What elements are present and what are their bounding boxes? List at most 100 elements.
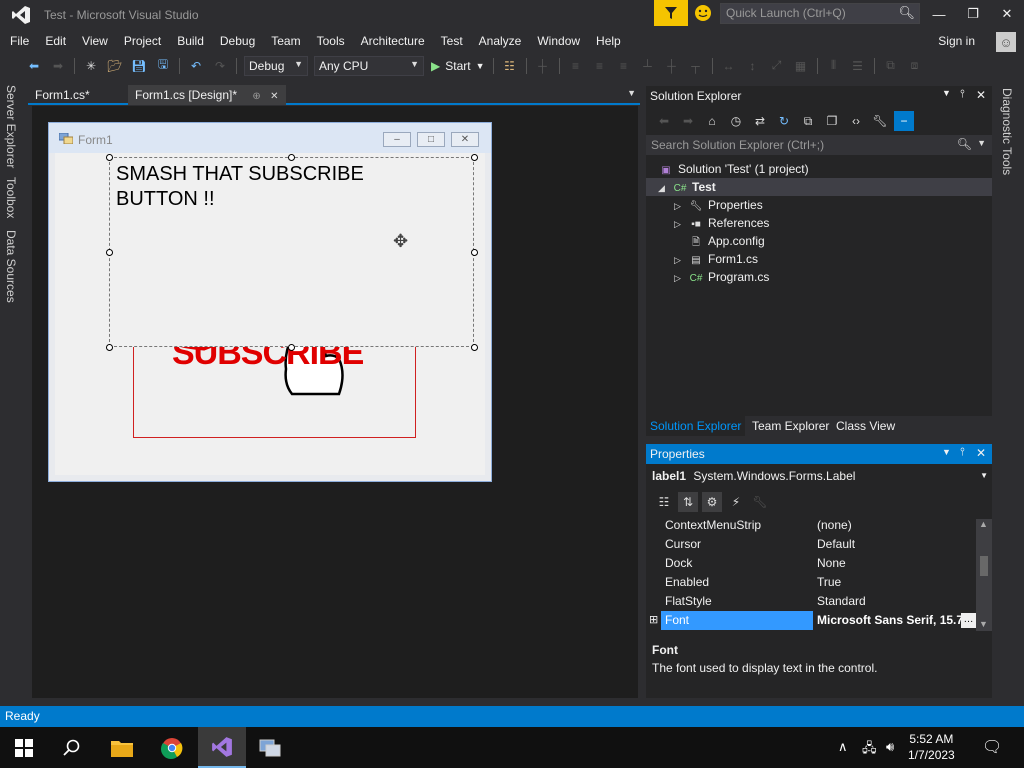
tree-item-solution[interactable]: ▣ Solution 'Test' (1 project) <box>658 160 808 178</box>
data-sources-tab[interactable]: Data Sources <box>4 230 18 303</box>
new-project-icon[interactable]: ✳ <box>81 56 101 76</box>
property-value[interactable]: Default <box>817 535 972 554</box>
properties-wrench-icon[interactable]: 🔧︎ <box>870 111 890 131</box>
panel-dropdown-icon[interactable]: ▼ <box>942 88 951 98</box>
menu-project[interactable]: Project <box>116 30 169 52</box>
align-centers-icon[interactable]: ≡ <box>590 56 610 76</box>
redo-icon[interactable]: ↷ <box>210 56 230 76</box>
property-row[interactable]: ContextMenuStrip (none) <box>646 516 976 535</box>
home-icon[interactable]: ⌂ <box>702 111 722 131</box>
pin-icon[interactable]: ⊕ <box>252 91 260 102</box>
save-all-icon[interactable]: 🖫︎ <box>153 56 173 76</box>
property-row[interactable]: Dock None <box>646 554 976 573</box>
resize-handle[interactable] <box>471 249 478 256</box>
align-lefts-icon[interactable]: ≡ <box>566 56 586 76</box>
solution-search-input[interactable]: Search Solution Explorer (Ctrl+;) 🔍︎ ▼ <box>646 135 992 155</box>
action-center-notification-icon[interactable]: 🗨︎ <box>982 737 1002 757</box>
tab-team-explorer[interactable]: Team Explorer <box>748 416 833 436</box>
save-icon[interactable]: 💾︎ <box>129 56 149 76</box>
menu-debug[interactable]: Debug <box>212 30 263 52</box>
taskbar-clock[interactable]: 5:52 AM 1/7/2023 <box>908 731 955 763</box>
menu-architecture[interactable]: Architecture <box>353 30 433 52</box>
chrome-taskbar-button[interactable] <box>148 727 196 768</box>
properties-scrollbar[interactable]: ▲ ▼ <box>976 519 992 631</box>
network-icon[interactable]: 🖧︎ <box>862 739 877 761</box>
collapsed-triangle-icon[interactable]: ▷ <box>674 269 688 287</box>
form-minimize-button[interactable]: – <box>383 132 411 147</box>
resize-handle[interactable] <box>471 154 478 161</box>
resize-handle[interactable] <box>288 154 295 161</box>
file-explorer-taskbar-button[interactable] <box>98 727 146 768</box>
close-tab-icon[interactable]: ✕ <box>270 91 278 102</box>
collapsed-triangle-icon[interactable]: ▷ <box>674 197 688 215</box>
align-rights-icon[interactable]: ≡ <box>614 56 634 76</box>
horizontal-spacing-icon[interactable]: ⫴ <box>824 56 844 76</box>
panel-dropdown-icon[interactable]: ▼ <box>942 447 951 457</box>
tree-item-properties[interactable]: ▷ 🔧︎ Properties <box>674 196 763 214</box>
search-button[interactable] <box>48 727 96 768</box>
tree-item-form1-cs[interactable]: ▷ ▤ Form1.cs <box>674 250 758 268</box>
undo-icon[interactable]: ↶ <box>186 56 206 76</box>
property-row-font-selected[interactable]: ⊞ Font Microsoft Sans Serif, 15.75pt … <box>646 611 976 630</box>
tree-item-program-cs[interactable]: ▷ C# Program.cs <box>674 268 769 286</box>
property-pages-icon[interactable]: 🔧︎ <box>750 492 770 512</box>
align-to-grid-icon[interactable]: ┼ <box>533 56 553 76</box>
resize-handle[interactable] <box>471 344 478 351</box>
property-row[interactable]: Enabled True <box>646 573 976 592</box>
tree-item-references[interactable]: ▷ ▪■ References <box>674 214 769 232</box>
send-feedback-smiley-icon[interactable] <box>694 4 712 22</box>
minimize-button[interactable]: — <box>922 0 956 28</box>
menu-window[interactable]: Window <box>529 30 588 52</box>
property-value[interactable]: Standard <box>817 592 972 611</box>
tab-dropdown-icon[interactable]: ▼ <box>627 88 636 98</box>
make-same-width-icon[interactable]: ↔ <box>719 56 739 76</box>
pending-changes-filter-icon[interactable]: ◷ <box>726 111 746 131</box>
tab-class-view[interactable]: Class View <box>832 416 899 436</box>
properties-icon[interactable]: ⚙ <box>702 492 722 512</box>
bring-to-front-icon[interactable]: ⧉ <box>881 56 901 76</box>
collapsed-triangle-icon[interactable]: ▷ <box>674 215 688 233</box>
events-lightning-icon[interactable]: ⚡ <box>726 492 746 512</box>
alphabetical-icon[interactable]: ⇅ <box>678 492 698 512</box>
volume-icon[interactable]: 🔊︎ <box>886 739 894 755</box>
form-close-button[interactable]: ✕ <box>451 132 479 147</box>
object-selector-dropdown[interactable]: label1 System.Windows.Forms.Label ▼ <box>646 466 992 486</box>
size-to-grid-icon[interactable]: ▦ <box>791 56 811 76</box>
start-debugging-button[interactable]: ▶ Start ▼ <box>431 59 485 73</box>
back-icon[interactable]: ⬅ <box>654 111 674 131</box>
preview-selected-icon[interactable]: − <box>894 111 914 131</box>
align-bottoms-icon[interactable]: ┬ <box>686 56 706 76</box>
close-button[interactable]: ✕ <box>990 0 1024 28</box>
property-row[interactable]: FlatStyle Standard <box>646 592 976 611</box>
show-hidden-icons-chevron-icon[interactable]: ∧ <box>838 739 848 755</box>
solution-configuration-dropdown[interactable]: Debug ▼ <box>244 55 308 76</box>
sync-icon[interactable]: ⇄ <box>750 111 770 131</box>
menu-test[interactable]: Test <box>433 30 471 52</box>
ellipsis-button[interactable]: … <box>961 613 976 628</box>
menu-team[interactable]: Team <box>263 30 308 52</box>
show-all-files-icon[interactable]: ❐ <box>822 111 842 131</box>
menu-analyze[interactable]: Analyze <box>471 30 530 52</box>
menu-build[interactable]: Build <box>169 30 212 52</box>
browser-link-icon[interactable]: ☷ <box>500 56 520 76</box>
navigate-back-icon[interactable]: ⬅ <box>24 56 44 76</box>
scroll-up-icon[interactable]: ▲ <box>979 519 988 529</box>
collapse-all-icon[interactable]: ⧉ <box>798 111 818 131</box>
menu-help[interactable]: Help <box>588 30 629 52</box>
resize-handle[interactable] <box>106 154 113 161</box>
tab-solution-explorer[interactable]: Solution Explorer <box>646 416 746 436</box>
tab-form1-cs[interactable]: Form1.cs* <box>28 85 97 105</box>
visual-studio-taskbar-button[interactable] <box>198 727 246 768</box>
chevron-down-icon[interactable]: ▼ <box>977 138 986 148</box>
collapsed-triangle-icon[interactable]: ▷ <box>674 251 688 269</box>
close-panel-icon[interactable]: ✕ <box>976 446 986 460</box>
form1-client-area[interactable]: SUBSCRIBE SMASH THAT SUBSCRIBE BUTTON !!… <box>55 153 485 475</box>
menu-edit[interactable]: Edit <box>37 30 74 52</box>
property-value[interactable]: Microsoft Sans Serif, 15.75pt <box>817 611 972 630</box>
tree-item-test-project[interactable]: ◢ C# Test <box>646 178 992 196</box>
start-button[interactable] <box>0 727 48 768</box>
toolbox-tab[interactable]: Toolbox <box>4 177 18 218</box>
quick-launch-input[interactable]: Quick Launch (Ctrl+Q) 🔍︎ <box>720 3 920 24</box>
make-same-height-icon[interactable]: ↕ <box>743 56 763 76</box>
restore-button[interactable]: ❐ <box>956 0 990 28</box>
